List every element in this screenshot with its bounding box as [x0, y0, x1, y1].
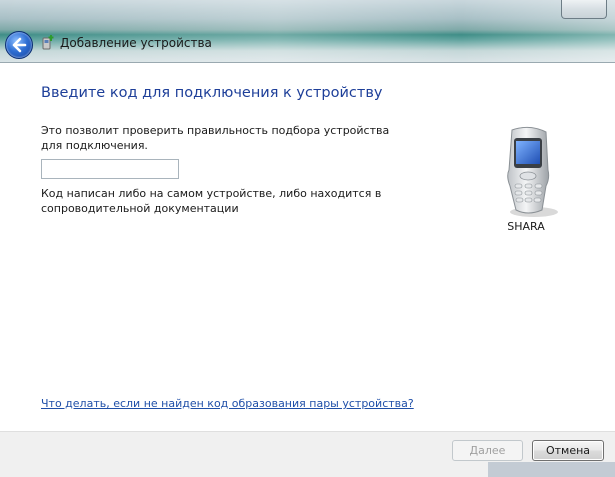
close-button[interactable]	[561, 0, 607, 19]
help-link[interactable]: Что делать, если не найден код образован…	[41, 397, 414, 410]
back-button[interactable]	[5, 31, 33, 59]
description-text: Это позволит проверить правильность подб…	[41, 124, 390, 152]
bluetooth-device-icon	[42, 35, 54, 50]
pairing-code-input[interactable]	[41, 159, 179, 179]
window-title: Добавление устройства	[60, 36, 212, 50]
back-arrow-icon	[12, 37, 27, 53]
next-button[interactable]: Далее	[452, 440, 523, 461]
hint-text: Код написан либо на самом устройстве, ли…	[41, 187, 382, 215]
add-device-window: Добавление устройства Введите код для по…	[0, 0, 615, 477]
title-bar-sheen	[0, 0, 615, 62]
title-bar: Добавление устройства	[0, 0, 615, 62]
mobile-phone-icon	[507, 126, 558, 217]
cancel-button[interactable]: Отмена	[532, 440, 604, 461]
page-title: Введите код для подключения к устройству	[41, 85, 383, 101]
background-strip	[488, 462, 615, 477]
device-name: SHARA	[507, 220, 545, 233]
